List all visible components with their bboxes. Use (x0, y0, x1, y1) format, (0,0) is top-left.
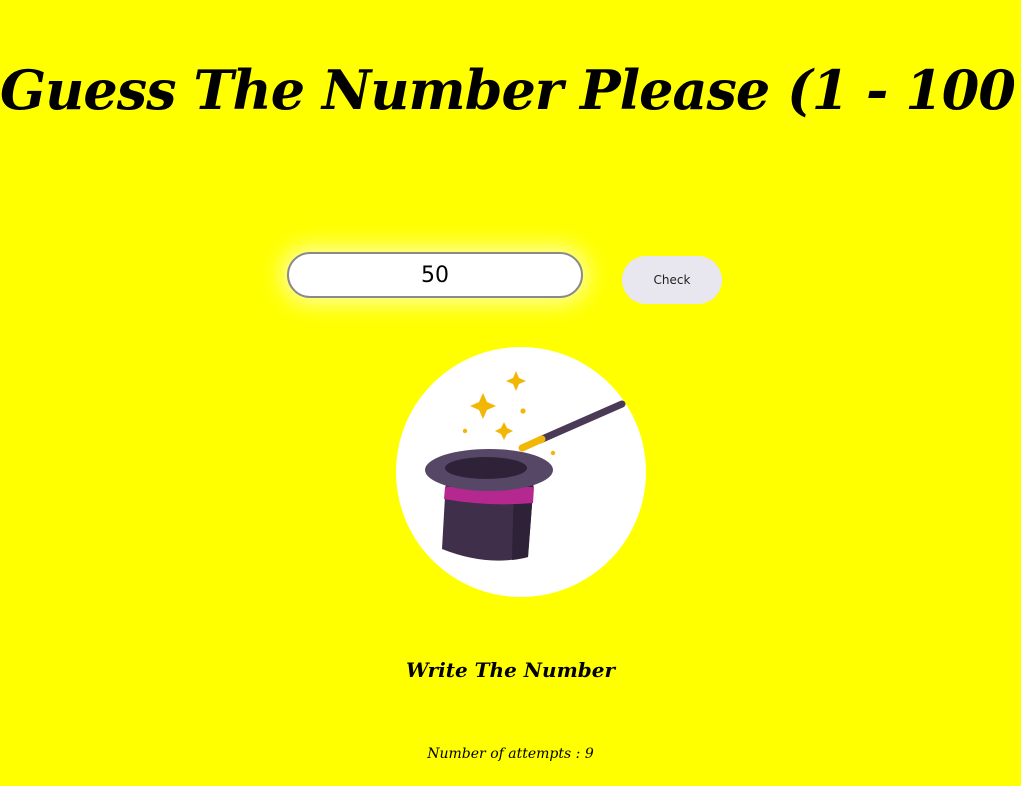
magic-hat-illustration (425, 371, 626, 561)
magic-hat-icon (396, 347, 646, 597)
check-button[interactable]: Check (622, 256, 722, 304)
status-message: Write The Number (406, 658, 615, 682)
attempts-counter: Number of attempts : 9 (0, 746, 1021, 762)
guess-input[interactable] (287, 252, 583, 298)
page-title: Guess The Number Please (1 - 100 ) (0, 58, 1021, 122)
attempts-count: 9 (584, 746, 594, 762)
attempts-label: Number of attempts : (427, 746, 585, 762)
